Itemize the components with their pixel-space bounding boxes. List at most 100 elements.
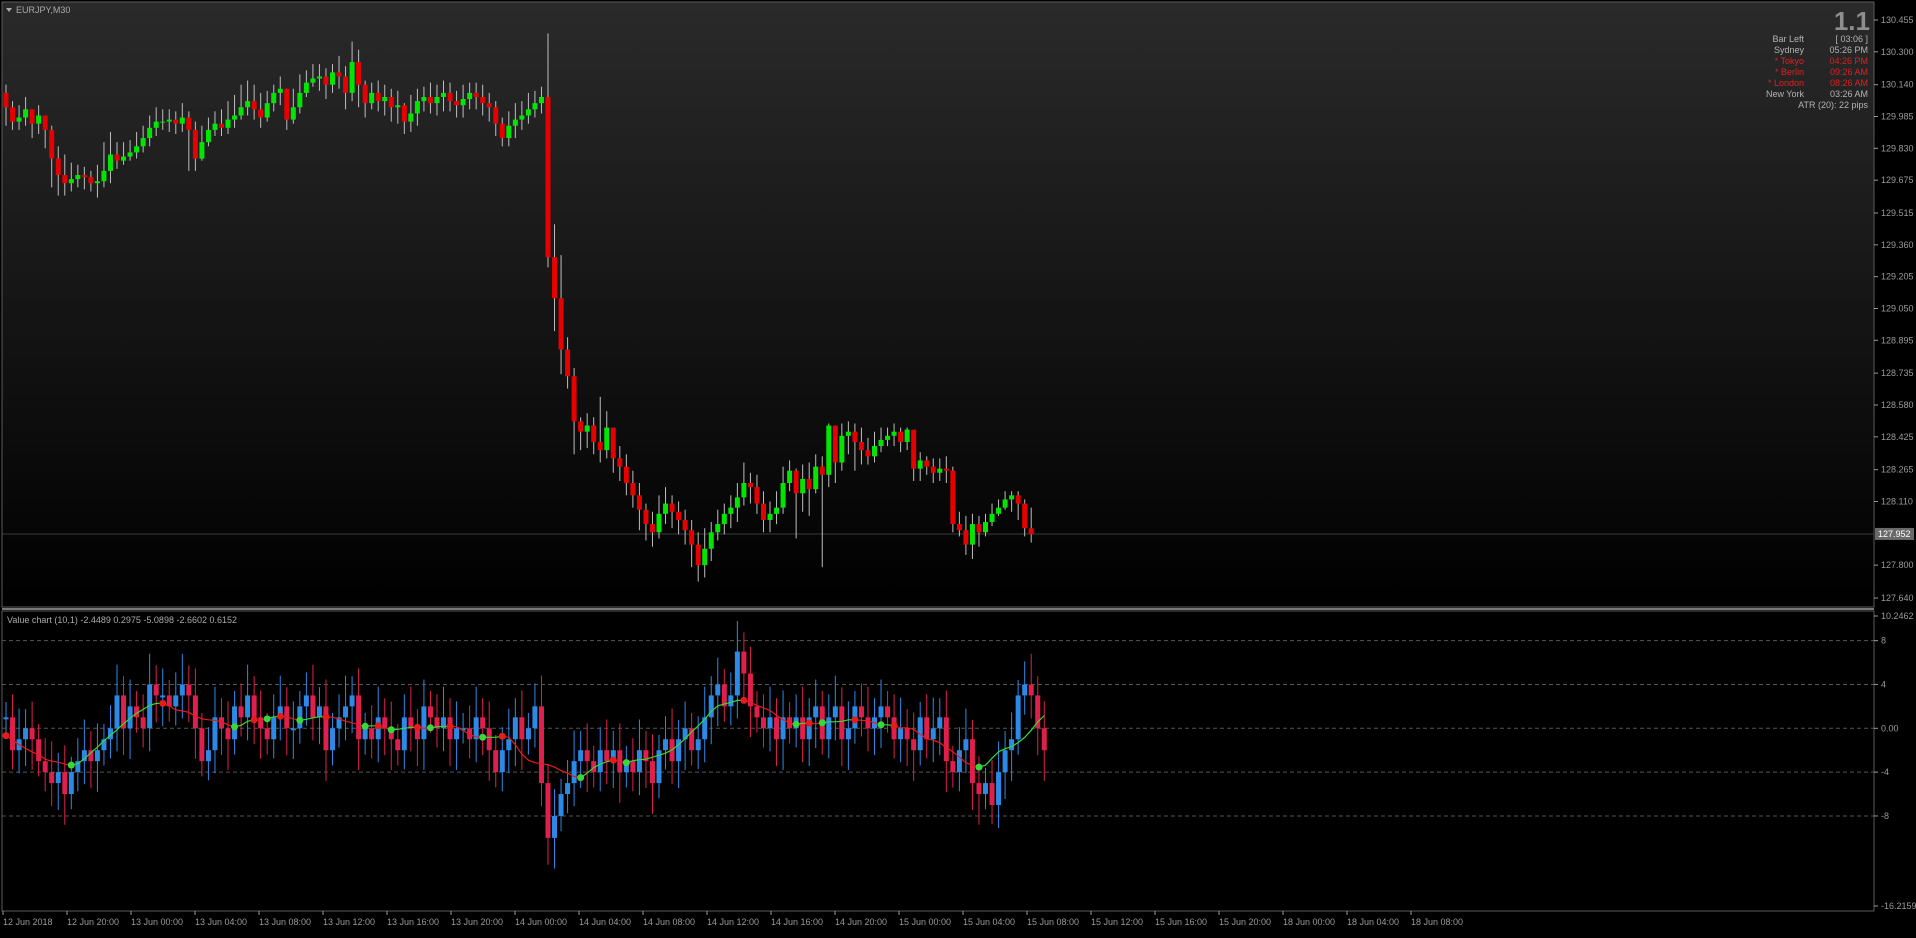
price-candle-bull[interactable] xyxy=(127,152,133,157)
price-candle-bear[interactable] xyxy=(55,158,61,176)
value-bar-up[interactable] xyxy=(956,750,962,773)
price-candle-bull[interactable] xyxy=(245,101,251,108)
price-candle-bull[interactable] xyxy=(1002,499,1008,508)
price-candle-bull[interactable] xyxy=(271,92,277,104)
value-bar-down[interactable] xyxy=(604,750,610,762)
price-candle-bear[interactable] xyxy=(173,119,179,124)
price-candle-bull[interactable] xyxy=(519,115,525,120)
price-candle-bear[interactable] xyxy=(388,96,394,108)
value-bar-up[interactable] xyxy=(303,695,309,707)
price-candle-bear[interactable] xyxy=(754,487,760,504)
value-bar-down[interactable] xyxy=(49,772,55,784)
value-bar-up[interactable] xyxy=(94,750,100,762)
value-bar-up[interactable] xyxy=(996,772,1002,806)
value-bar-down[interactable] xyxy=(323,706,329,751)
price-candle-bear[interactable] xyxy=(669,503,675,512)
symbol-label-group[interactable]: EURJPY,M30 xyxy=(6,5,70,15)
value-bar-down[interactable] xyxy=(153,684,159,696)
price-candle-bear[interactable] xyxy=(284,88,290,120)
value-bar-up[interactable] xyxy=(558,794,564,816)
price-candle-bull[interactable] xyxy=(382,96,388,102)
price-candle-bull[interactable] xyxy=(800,478,806,494)
price-candle-bear[interactable] xyxy=(62,175,68,184)
price-candle-bull[interactable] xyxy=(767,513,773,520)
price-candle-bull[interactable] xyxy=(441,92,447,97)
price-candle-bear[interactable] xyxy=(81,175,87,178)
value-bar-down[interactable] xyxy=(1041,728,1047,751)
price-candle-bull[interactable] xyxy=(225,119,231,128)
price-candle-bull[interactable] xyxy=(891,431,897,436)
price-candle-bear[interactable] xyxy=(610,427,616,459)
price-candle-bull[interactable] xyxy=(107,154,113,171)
price-candle-bear[interactable] xyxy=(630,483,636,496)
price-candle-bear[interactable] xyxy=(924,460,930,467)
value-bar-up[interactable] xyxy=(571,761,577,784)
value-bar-up[interactable] xyxy=(23,728,29,740)
price-candle-bull[interactable] xyxy=(708,532,714,549)
price-candle-bull[interactable] xyxy=(826,425,832,475)
price-candle-bull[interactable] xyxy=(467,92,473,100)
value-bar-down[interactable] xyxy=(10,717,16,751)
price-candle-bear[interactable] xyxy=(499,123,505,139)
price-candle-bull[interactable] xyxy=(179,117,185,124)
value-bar-down[interactable] xyxy=(904,728,910,740)
value-bar-down[interactable] xyxy=(369,728,375,740)
price-candle-bull[interactable] xyxy=(75,175,81,180)
price-candle-bear[interactable] xyxy=(911,429,917,469)
price-candle-bull[interactable] xyxy=(166,119,172,122)
value-bar-up[interactable] xyxy=(1009,739,1015,751)
value-bar-up[interactable] xyxy=(983,783,988,795)
value-bar-down[interactable] xyxy=(408,717,414,729)
price-candle-bear[interactable] xyxy=(956,524,962,531)
price-candle-bull[interactable] xyxy=(147,127,153,139)
price-candle-bull[interactable] xyxy=(538,96,544,104)
price-candle-bull[interactable] xyxy=(741,483,747,498)
price-candle-bear[interactable] xyxy=(29,109,35,124)
price-candle-bull[interactable] xyxy=(369,92,375,104)
price-candle-bull[interactable] xyxy=(780,483,786,508)
price-candle-bull[interactable] xyxy=(160,121,166,123)
price-candle-bull[interactable] xyxy=(774,507,780,514)
price-candle-bear[interactable] xyxy=(3,92,9,108)
price-candle-bear[interactable] xyxy=(10,107,16,122)
price-candle-bull[interactable] xyxy=(408,113,414,122)
value-bar-down[interactable] xyxy=(943,717,949,762)
value-bar-down[interactable] xyxy=(493,750,499,773)
price-candle-bear[interactable] xyxy=(865,450,871,457)
value-bar-up[interactable] xyxy=(1015,695,1021,740)
price-candle-bull[interactable] xyxy=(904,429,910,442)
price-candle-bull[interactable] xyxy=(663,503,669,514)
price-candle-bull[interactable] xyxy=(715,524,721,533)
price-candle-bear[interactable] xyxy=(558,298,564,350)
price-candle-bull[interactable] xyxy=(264,103,270,118)
price-candle-bear[interactable] xyxy=(963,530,969,545)
price-candle-bull[interactable] xyxy=(460,99,466,106)
price-candle-bull[interactable] xyxy=(1009,495,1015,500)
price-candle-bull[interactable] xyxy=(297,92,303,108)
price-candle-bear[interactable] xyxy=(591,425,597,442)
value-bar-up[interactable] xyxy=(179,684,185,696)
price-candle-bull[interactable] xyxy=(101,170,107,182)
value-bar-up[interactable] xyxy=(173,695,179,707)
price-candle-bull[interactable] xyxy=(23,109,29,118)
value-bar-down[interactable] xyxy=(545,783,551,838)
value-bar-down[interactable] xyxy=(480,717,486,729)
price-candle-bear[interactable] xyxy=(186,117,192,130)
value-bar-up[interactable] xyxy=(68,772,74,795)
price-candle-bear[interactable] xyxy=(852,431,858,442)
value-bar-down[interactable] xyxy=(1028,684,1034,696)
price-candle-bull[interactable] xyxy=(134,146,140,153)
price-candle-bull[interactable] xyxy=(238,107,244,116)
value-bar-down[interactable] xyxy=(584,750,590,762)
value-bar-up[interactable] xyxy=(499,750,505,773)
price-candle-bear[interactable] xyxy=(251,101,257,110)
value-bar-down[interactable] xyxy=(649,761,655,784)
price-candle-bull[interactable] xyxy=(532,103,538,110)
price-candle-bear[interactable] xyxy=(695,544,701,566)
price-candle-bull[interactable] xyxy=(205,129,211,143)
value-bar-up[interactable] xyxy=(963,739,969,751)
price-candle-bear[interactable] xyxy=(898,431,904,442)
price-candle-bear[interactable] xyxy=(793,470,799,494)
value-bar-up[interactable] xyxy=(512,717,518,740)
value-bar-down[interactable] xyxy=(800,717,806,740)
